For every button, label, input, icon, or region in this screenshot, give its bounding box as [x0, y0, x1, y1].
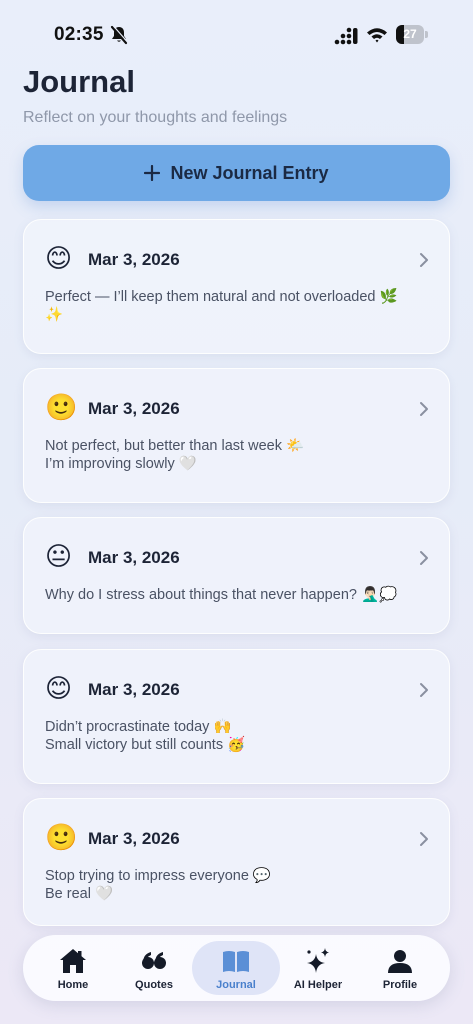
- new-journal-entry-label: New Journal Entry: [170, 162, 329, 183]
- entry-text-line: Be real 🤍: [45, 886, 114, 902]
- tab-home[interactable]: Home: [29, 941, 117, 995]
- battery-percent: 27: [403, 27, 417, 41]
- entry-text-line: ✨: [45, 307, 64, 323]
- entry-text: Not perfect, but better than last week 🌤…: [45, 437, 435, 473]
- tab-profile[interactable]: Profile: [356, 941, 444, 995]
- battery-indicator: 27: [396, 25, 428, 44]
- entry-text: Perfect — I’ll keep them natural and not…: [45, 288, 435, 324]
- tab-label: Profile: [382, 979, 418, 991]
- tab-label: AI Helper: [293, 979, 343, 991]
- entry-text: Didn’t procrastinate today 🙌 Small victo…: [45, 718, 435, 754]
- entry-date: Mar 3, 2026: [88, 250, 180, 269]
- journal-entry-card[interactable]: 😊 Mar 3, 2026 Didn’t procrastinate today…: [23, 649, 450, 784]
- chevron-right-icon: [420, 402, 428, 416]
- tab-quotes[interactable]: Quotes: [110, 941, 198, 995]
- entry-date: Mar 3, 2026: [88, 680, 180, 699]
- quote-icon: [142, 952, 166, 969]
- chevron-right-icon: [420, 551, 428, 565]
- tab-journal[interactable]: Journal: [192, 941, 280, 995]
- wifi-icon: [367, 28, 387, 43]
- status-bar: 02:35 27: [0, 0, 473, 70]
- tab-label: Journal: [216, 979, 256, 991]
- entry-text-line: Stop trying to impress everyone 💬: [45, 868, 271, 884]
- journal-entry-card[interactable]: 🙂 Mar 3, 2026 Stop trying to impress eve…: [23, 798, 450, 926]
- chevron-right-icon: [420, 832, 428, 846]
- mood-emoji: 😊: [45, 674, 73, 704]
- page-subtitle: Reflect on your thoughts and feelings: [23, 109, 288, 126]
- bottom-tab-bar: Home Quotes Journal AI Helper Profile: [23, 935, 450, 1001]
- mood-emoji: 🙂: [45, 393, 78, 423]
- entry-text: Stop trying to impress everyone 💬 Be rea…: [45, 867, 435, 903]
- chevron-right-icon: [420, 253, 428, 267]
- entry-date: Mar 3, 2026: [88, 829, 180, 848]
- tab-ai-helper[interactable]: AI Helper: [274, 941, 362, 995]
- tab-label: Home: [57, 979, 89, 991]
- entry-text-line: Didn’t procrastinate today 🙌: [45, 719, 232, 735]
- entry-text-line: Perfect — I’ll keep them natural and not…: [45, 289, 398, 305]
- sparkles-icon: [307, 948, 329, 973]
- journal-entry-card[interactable]: 😐 Mar 3, 2026 Why do I stress about thin…: [23, 517, 450, 634]
- entry-date: Mar 3, 2026: [88, 399, 180, 418]
- entry-text-line: I’m improving slowly 🤍: [45, 456, 197, 472]
- entry-text-line: Why do I stress about things that never …: [45, 587, 398, 603]
- journal-entry-card[interactable]: 😊 Mar 3, 2026 Perfect — I’ll keep them n…: [23, 219, 450, 354]
- plus-icon: [144, 165, 161, 181]
- home-icon: [60, 949, 86, 973]
- chevron-right-icon: [420, 683, 428, 697]
- tab-label: Quotes: [135, 979, 173, 991]
- entry-date: Mar 3, 2026: [88, 548, 180, 567]
- person-icon: [388, 950, 412, 973]
- entry-text: Why do I stress about things that never …: [45, 586, 435, 604]
- mood-emoji: 😐: [45, 542, 73, 572]
- book-icon: [223, 951, 249, 972]
- entry-text-line: Not perfect, but better than last week 🌤…: [45, 438, 305, 454]
- status-time: 02:35: [54, 24, 104, 45]
- mood-emoji: 🙂: [45, 823, 78, 853]
- journal-entry-card[interactable]: 🙂 Mar 3, 2026 Not perfect, but better th…: [23, 368, 450, 503]
- mood-emoji: 😊: [45, 244, 73, 274]
- signal-icon: [334, 27, 358, 45]
- new-journal-entry-button[interactable]: New Journal Entry: [23, 145, 450, 201]
- bell-slash-icon: [110, 25, 128, 45]
- entry-text-line: Small victory but still counts 🥳: [45, 737, 246, 753]
- page-title: Journal: [23, 64, 135, 99]
